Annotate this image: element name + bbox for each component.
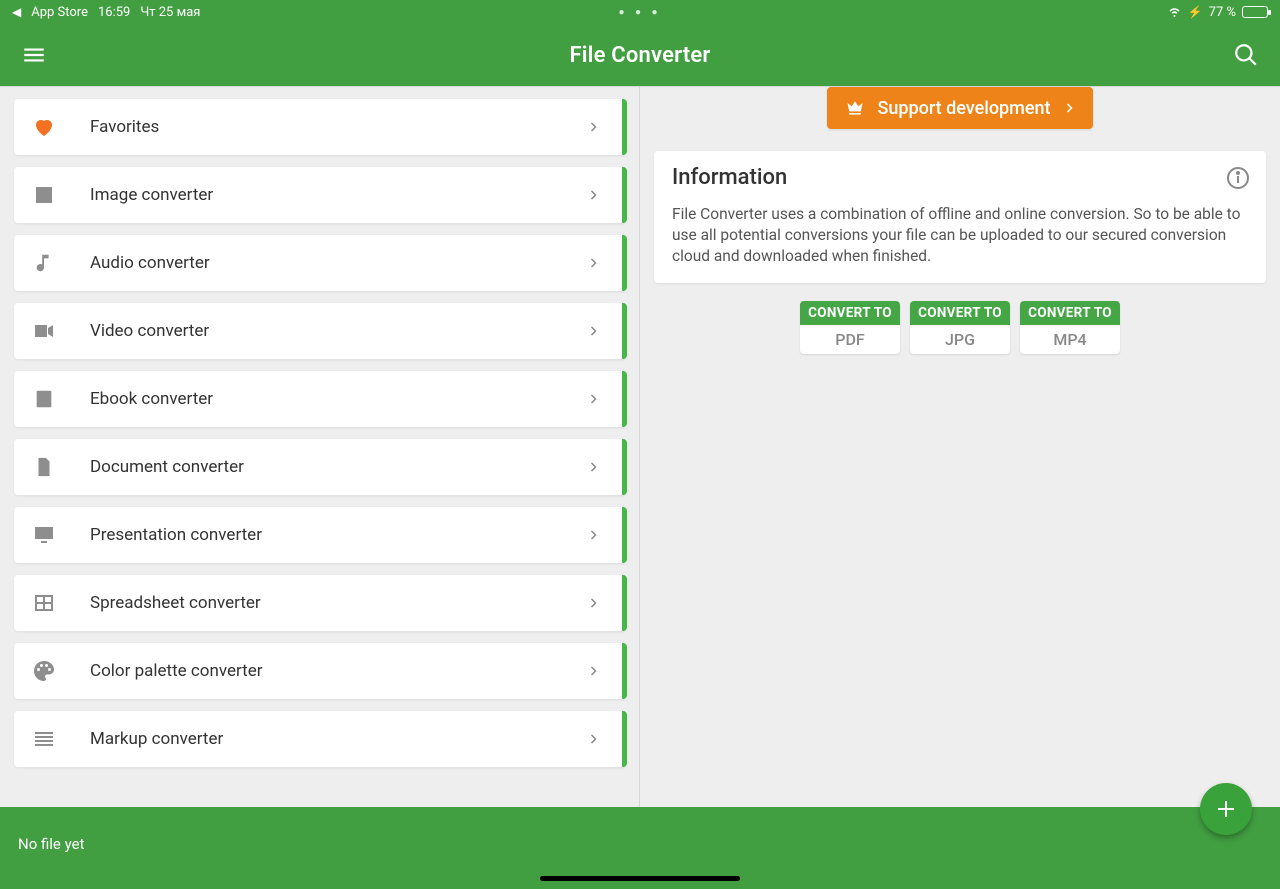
convert-to-row: CONVERT TOPDFCONVERT TOJPGCONVERT TOMP4 — [654, 301, 1266, 354]
chevron-right-icon — [587, 390, 599, 408]
chevron-right-icon — [587, 254, 599, 272]
convert-to-mp4-button[interactable]: CONVERT TOMP4 — [1020, 301, 1120, 354]
search-button[interactable] — [1230, 39, 1262, 71]
converter-item-table[interactable]: Spreadsheet converter — [14, 575, 627, 631]
converter-item-lines[interactable]: Markup converter — [14, 711, 627, 767]
convert-to-jpg-button[interactable]: CONVERT TOJPG — [910, 301, 1010, 354]
converter-label: Video converter — [90, 321, 209, 341]
status-bar: ◀ App Store 16:59 Чт 25 мая ● ● ● ⚡ 77 % — [0, 0, 1280, 24]
app-bar: File Converter — [0, 24, 1280, 86]
convert-chip-target: MP4 — [1020, 325, 1120, 354]
chevron-right-icon — [587, 730, 599, 748]
back-caret-icon[interactable]: ◀ — [12, 5, 21, 19]
convert-chip-caption: CONVERT TO — [1020, 301, 1120, 325]
accent-bar — [622, 575, 627, 631]
converter-item-document[interactable]: Document converter — [14, 439, 627, 495]
right-pane: Support development Information File Con… — [640, 87, 1280, 807]
charging-icon: ⚡ — [1188, 5, 1203, 19]
accent-bar — [622, 371, 627, 427]
accent-bar — [622, 99, 627, 155]
info-icon[interactable] — [1226, 166, 1250, 190]
image-icon — [30, 181, 58, 209]
page-title: File Converter — [569, 43, 710, 68]
convert-chip-caption: CONVERT TO — [910, 301, 1010, 325]
converter-label: Presentation converter — [90, 525, 262, 545]
battery-icon — [1242, 6, 1268, 18]
video-icon — [30, 317, 58, 345]
information-title: Information — [672, 165, 1226, 190]
convert-chip-target: PDF — [800, 325, 900, 354]
music-note-icon — [30, 249, 58, 277]
converter-label: Image converter — [90, 185, 213, 205]
converter-label: Favorites — [90, 117, 159, 137]
accent-bar — [622, 711, 627, 767]
chevron-right-icon — [587, 118, 599, 136]
crown-icon — [845, 98, 865, 118]
hamburger-icon — [21, 42, 47, 68]
bottom-status-text: No file yet — [18, 835, 84, 853]
chevron-right-icon — [1063, 100, 1075, 116]
bottom-bar: No file yet — [0, 807, 1280, 889]
status-right: ⚡ 77 % — [1167, 5, 1268, 20]
converter-item-heart[interactable]: Favorites — [14, 99, 627, 155]
accent-bar — [622, 235, 627, 291]
accent-bar — [622, 167, 627, 223]
chevron-right-icon — [587, 458, 599, 476]
converter-item-palette[interactable]: Color palette converter — [14, 643, 627, 699]
converter-label: Document converter — [90, 457, 244, 477]
document-icon — [30, 453, 58, 481]
monitor-icon — [30, 521, 58, 549]
support-development-button[interactable]: Support development — [827, 87, 1092, 129]
support-label: Support development — [877, 98, 1050, 119]
converter-label: Ebook converter — [90, 389, 213, 409]
convert-chip-target: JPG — [910, 325, 1010, 354]
book-icon — [30, 385, 58, 413]
main-content: Favorites Image converter Audio converter V… — [0, 86, 1280, 807]
chevron-right-icon — [587, 186, 599, 204]
multitask-dots-icon[interactable]: ● ● ● — [618, 7, 661, 18]
status-time: 16:59 — [98, 5, 130, 20]
home-indicator[interactable] — [540, 876, 740, 881]
accent-bar — [622, 643, 627, 699]
search-icon — [1233, 42, 1259, 68]
converter-item-image[interactable]: Image converter — [14, 167, 627, 223]
wifi-icon — [1167, 6, 1182, 18]
palette-icon — [30, 657, 58, 685]
chevron-right-icon — [587, 662, 599, 680]
converter-item-music-note[interactable]: Audio converter — [14, 235, 627, 291]
converter-item-book[interactable]: Ebook converter — [14, 371, 627, 427]
converter-label: Spreadsheet converter — [90, 593, 261, 613]
add-file-fab[interactable] — [1200, 783, 1252, 835]
converter-label: Color palette converter — [90, 661, 263, 681]
converter-list: Favorites Image converter Audio converter V… — [0, 87, 640, 807]
accent-bar — [622, 507, 627, 563]
chevron-right-icon — [587, 594, 599, 612]
chevron-right-icon — [587, 526, 599, 544]
converter-label: Audio converter — [90, 253, 210, 273]
converter-item-video[interactable]: Video converter — [14, 303, 627, 359]
plus-icon — [1214, 797, 1238, 821]
information-body: File Converter uses a combination of off… — [672, 204, 1250, 267]
convert-to-pdf-button[interactable]: CONVERT TOPDF — [800, 301, 900, 354]
heart-icon — [30, 113, 58, 141]
status-back-label[interactable]: App Store — [31, 5, 88, 20]
battery-percent: 77 % — [1209, 5, 1236, 20]
accent-bar — [622, 439, 627, 495]
menu-button[interactable] — [18, 39, 50, 71]
status-date: Чт 25 мая — [140, 5, 200, 20]
table-icon — [30, 589, 58, 617]
converter-label: Markup converter — [90, 729, 223, 749]
status-left: ◀ App Store 16:59 Чт 25 мая — [12, 5, 200, 20]
chevron-right-icon — [587, 322, 599, 340]
information-card: Information File Converter uses a combin… — [654, 151, 1266, 283]
accent-bar — [622, 303, 627, 359]
convert-chip-caption: CONVERT TO — [800, 301, 900, 325]
lines-icon — [30, 725, 58, 753]
converter-item-monitor[interactable]: Presentation converter — [14, 507, 627, 563]
